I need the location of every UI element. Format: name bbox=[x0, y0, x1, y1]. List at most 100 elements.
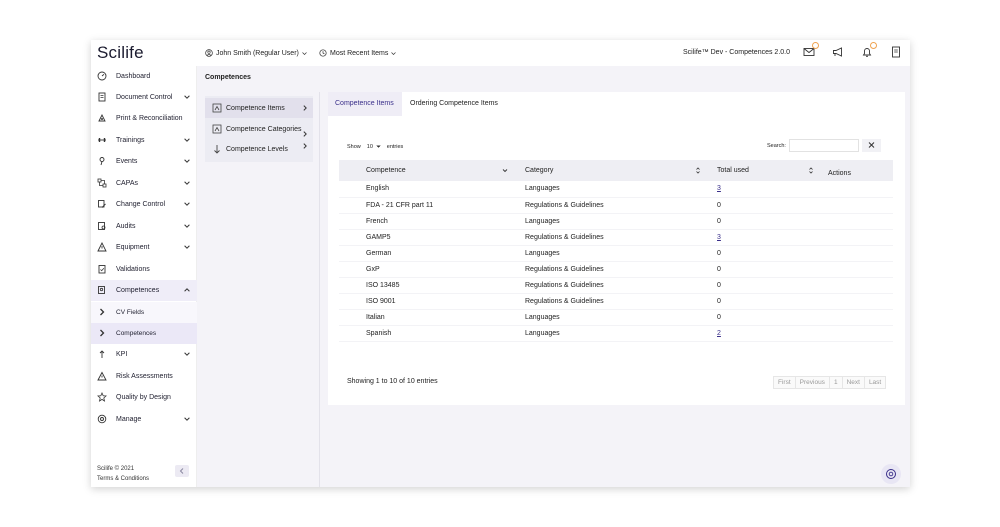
cell-category-text: Languages bbox=[525, 314, 560, 322]
sidebar-item-cv-fields[interactable]: CV Fields bbox=[91, 302, 197, 323]
table-body: English Languages 3 FDA - 21 CFR part 11 Reg… bbox=[339, 181, 893, 343]
cell-competence: German bbox=[363, 245, 518, 262]
cell-total-used-text: 0 bbox=[717, 298, 721, 306]
clear-search-button[interactable] bbox=[861, 139, 881, 152]
sidebar-item-trainings[interactable]: Trainings bbox=[91, 130, 197, 151]
sidebar-item-label: Print & Reconciliation bbox=[116, 115, 183, 122]
recent-items-menu[interactable]: Most Recent Items bbox=[319, 49, 397, 57]
header-label: Competence bbox=[366, 167, 406, 174]
user-menu[interactable]: John Smith (Regular User) bbox=[205, 49, 307, 57]
top-bar: Scilife John Smith (Regular User) Most R… bbox=[91, 40, 910, 66]
chevron-right-icon bbox=[303, 143, 307, 149]
cell-actions bbox=[824, 213, 893, 230]
sidebar-item-document-control[interactable]: Document Control bbox=[91, 87, 197, 108]
help-icon bbox=[886, 469, 896, 479]
header-total-used[interactable]: Total used bbox=[711, 160, 824, 181]
page-title: Competences bbox=[205, 74, 251, 81]
sidebar-item-competences[interactable]: Competences bbox=[91, 280, 197, 301]
mail-button[interactable] bbox=[803, 42, 819, 58]
chevron-down-icon bbox=[184, 417, 190, 421]
announcements-button[interactable] bbox=[832, 46, 844, 58]
header-label: Total used bbox=[717, 167, 749, 174]
recent-items-label: Most Recent Items bbox=[330, 49, 389, 57]
sort-desc-icon bbox=[502, 169, 508, 173]
pager-first-button[interactable]: First bbox=[774, 377, 796, 388]
sidebar-item-competences-sub[interactable]: Competences bbox=[91, 323, 197, 344]
document-icon bbox=[892, 46, 900, 58]
sidebar-item-label: Validations bbox=[116, 266, 150, 273]
table-row: ISO 9001 Regulations & Guidelines 0 bbox=[339, 293, 893, 311]
tab-ordering-competence-items[interactable]: Ordering Competence Items bbox=[410, 92, 520, 116]
cell-category-text: Languages bbox=[525, 217, 560, 225]
row-spacer bbox=[339, 293, 363, 311]
search-control: Search: bbox=[767, 139, 881, 152]
row-spacer bbox=[339, 197, 363, 214]
cell-total-used-text: 0 bbox=[717, 266, 721, 274]
sidebar-item-manage[interactable]: Manage bbox=[91, 409, 197, 430]
submenu-item-competence-categories[interactable]: Competence Categories bbox=[205, 119, 313, 139]
terms-link[interactable]: Terms & Conditions bbox=[97, 474, 149, 484]
help-button[interactable] bbox=[881, 464, 901, 484]
pager-last-button[interactable]: Last bbox=[865, 377, 885, 388]
cell-competence-text: English bbox=[366, 185, 389, 193]
cell-category: Regulations & Guidelines bbox=[518, 293, 711, 311]
sidebar-item-validations[interactable]: Validations bbox=[91, 259, 197, 280]
notifications-button[interactable] bbox=[861, 42, 877, 58]
cell-category: Languages bbox=[518, 181, 711, 198]
table-row: Spanish Languages 2 bbox=[339, 325, 893, 343]
cell-actions bbox=[824, 325, 893, 343]
total-used-link[interactable]: 2 bbox=[717, 330, 721, 337]
cell-actions bbox=[824, 229, 893, 246]
total-used-link[interactable]: 3 bbox=[717, 185, 721, 192]
cell-category-text: Regulations & Guidelines bbox=[525, 233, 604, 241]
collapse-sidebar-button[interactable] bbox=[175, 465, 189, 477]
network-icon bbox=[97, 178, 107, 188]
entries-select[interactable]: 10 bbox=[365, 142, 383, 151]
sort-icon bbox=[809, 167, 813, 174]
cell-total-used-text: 0 bbox=[717, 201, 721, 209]
sidebar-item-label: Dashboard bbox=[116, 73, 151, 80]
cell-category: Languages bbox=[518, 325, 711, 343]
pager-page-1-button[interactable]: 1 bbox=[830, 377, 843, 388]
sidebar-item-quality-by-design[interactable]: Quality by Design bbox=[91, 387, 197, 408]
header-label: Category bbox=[525, 167, 554, 174]
copyright-text: Scilife © 2021 bbox=[97, 466, 135, 472]
submenu-item-competence-levels[interactable]: Competence Levels bbox=[205, 139, 313, 159]
cell-total-used: 3 bbox=[711, 229, 824, 246]
pager-previous-button[interactable]: Previous bbox=[796, 377, 830, 388]
row-spacer bbox=[339, 229, 363, 246]
sidebar-item-capas[interactable]: CAPAs bbox=[91, 173, 197, 194]
cell-category: Regulations & Guidelines bbox=[518, 277, 711, 295]
sidebar-item-risk-assessments[interactable]: Risk Assessments bbox=[91, 366, 197, 387]
pager-next-button[interactable]: Next bbox=[843, 377, 865, 388]
sidebar-item-label: Quality by Design bbox=[116, 394, 171, 401]
header-competence[interactable]: Competence bbox=[363, 160, 518, 181]
cell-competence: Spanish bbox=[363, 325, 518, 343]
chevron-left-icon bbox=[179, 468, 184, 474]
tab-competence-items[interactable]: Competence Items bbox=[328, 92, 402, 116]
search-input[interactable] bbox=[788, 139, 859, 152]
header-category[interactable]: Category bbox=[518, 160, 711, 181]
sidebar-item-audits[interactable]: Audits bbox=[91, 216, 197, 237]
cell-total-used-text: 0 bbox=[717, 249, 721, 257]
documents-button[interactable] bbox=[890, 46, 902, 58]
cell-category-text: Regulations & Guidelines bbox=[525, 282, 604, 290]
total-used-link[interactable]: 3 bbox=[717, 234, 721, 241]
sidebar-item-events[interactable]: Events bbox=[91, 151, 197, 172]
cell-competence-text: ISO 9001 bbox=[366, 298, 396, 306]
sidebar-item-equipment[interactable]: Equipment bbox=[91, 237, 197, 258]
cell-total-used: 0 bbox=[711, 261, 824, 279]
header-actions: Actions bbox=[824, 160, 893, 181]
notifications-badge bbox=[870, 42, 877, 49]
sidebar-item-change-control[interactable]: Change Control bbox=[91, 194, 197, 215]
table-row: English Languages 3 bbox=[339, 181, 893, 198]
sidebar-item-dashboard[interactable]: Dashboard bbox=[91, 66, 197, 87]
cell-competence-text: GAMP5 bbox=[366, 233, 391, 241]
sidebar-item-kpi[interactable]: KPI bbox=[91, 344, 197, 365]
cell-category-text: Languages bbox=[525, 330, 560, 338]
sidebar-item-print-reconciliation[interactable]: Print & Reconciliation bbox=[91, 108, 197, 129]
sidebar-item-label: Competences bbox=[116, 287, 160, 294]
cell-category-text: Regulations & Guidelines bbox=[525, 201, 604, 209]
submenu-item-competence-items[interactable]: Competence Items bbox=[205, 98, 313, 118]
table-row: GAMP5 Regulations & Guidelines 3 bbox=[339, 229, 893, 246]
